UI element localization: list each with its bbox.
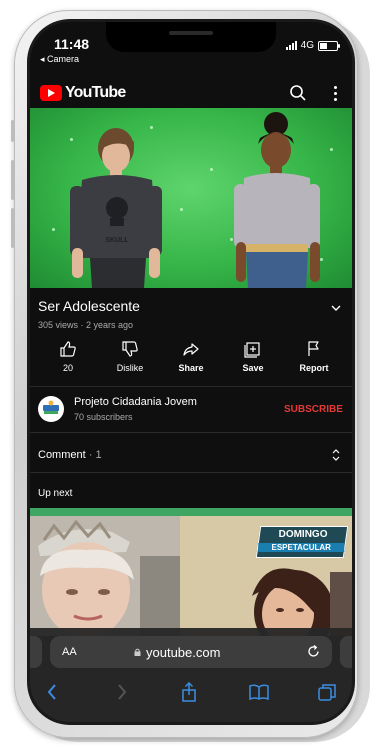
- share-button[interactable]: Share: [163, 340, 219, 373]
- divider: [30, 472, 352, 473]
- save-label: Save: [242, 363, 264, 373]
- share-label: Share: [178, 363, 204, 373]
- dislike-button[interactable]: Dislike: [102, 340, 158, 373]
- save-button[interactable]: Save: [225, 340, 281, 373]
- previous-tab-peek[interactable]: [30, 636, 42, 668]
- channel-name[interactable]: Projeto Cidadania Jovem: [74, 396, 197, 408]
- youtube-logo-icon[interactable]: [40, 85, 62, 101]
- lock-icon: [134, 648, 141, 656]
- next-tab-peek[interactable]: [340, 636, 352, 668]
- video-frame-image: SKULL: [70, 112, 320, 288]
- chevron-down-icon[interactable]: [330, 302, 342, 314]
- dislike-label: Dislike: [116, 363, 144, 373]
- comments-count: · 1: [88, 449, 102, 461]
- badge-line-1: DOMINGO: [278, 529, 328, 540]
- address-bar[interactable]: AA youtube.com: [50, 636, 332, 668]
- status-time: 11:48: [54, 36, 90, 52]
- youtube-wordmark[interactable]: YouTube: [65, 84, 126, 102]
- forward-icon[interactable]: [110, 682, 132, 702]
- video-meta: 305 views · 2 years ago: [38, 320, 134, 330]
- url-text: youtube.com: [146, 645, 221, 660]
- tabs-icon[interactable]: [316, 682, 338, 702]
- share-sheet-icon[interactable]: [178, 682, 200, 702]
- divider: [30, 386, 352, 387]
- shirt-text: SKULL: [105, 237, 129, 244]
- thumbs-up-icon: [60, 341, 76, 357]
- battery-icon: [318, 40, 340, 51]
- video-player[interactable]: SKULL: [30, 108, 352, 288]
- notch: [106, 22, 276, 52]
- text-size-button[interactable]: AA: [62, 646, 77, 658]
- phone-screen: 11:48 ◂ Camera 4G YouTube SKULL Ser Adol…: [30, 22, 352, 722]
- signal-icon: [285, 41, 297, 50]
- subscribe-button[interactable]: SUBSCRIBE: [284, 404, 343, 415]
- video-title[interactable]: Ser Adolescente: [38, 298, 140, 314]
- share-icon: [183, 343, 199, 356]
- safari-toolbar: AA youtube.com: [30, 628, 352, 722]
- youtube-header: YouTube: [30, 78, 352, 108]
- like-count: 20: [62, 363, 73, 373]
- report-label: Report: [299, 363, 329, 373]
- thumbs-down-icon: [122, 341, 138, 357]
- subscriber-count: 70 subscribers: [74, 412, 133, 422]
- volume-down-button: [11, 208, 14, 248]
- sort-toggle-icon[interactable]: [330, 448, 342, 462]
- up-next-thumbnail[interactable]: DOMINGO ESPETACULAR: [30, 516, 352, 636]
- volume-up-button: [11, 160, 14, 200]
- flag-icon: [308, 341, 319, 356]
- back-to-app-link[interactable]: ◂ Camera: [40, 54, 79, 65]
- more-icon[interactable]: [328, 83, 342, 103]
- reload-icon[interactable]: [306, 644, 321, 659]
- channel-avatar[interactable]: [38, 396, 64, 422]
- badge-line-2: ESPETACULAR: [258, 543, 345, 552]
- comments-label: Comment: [38, 449, 86, 461]
- like-button[interactable]: 20: [40, 340, 96, 373]
- network-type: 4G: [300, 40, 314, 51]
- report-button[interactable]: Report: [286, 340, 342, 373]
- search-icon[interactable]: [288, 83, 308, 103]
- thumbnail-accent-bar: [30, 508, 352, 516]
- program-badge: DOMINGO ESPETACULAR: [255, 526, 349, 558]
- bookmarks-icon[interactable]: [248, 682, 270, 702]
- up-next-heading: Up next: [38, 488, 73, 499]
- back-icon[interactable]: [42, 682, 64, 702]
- mute-switch: [11, 120, 14, 142]
- comments-section[interactable]: Comment · 1: [38, 449, 102, 461]
- divider: [30, 432, 352, 433]
- save-icon: [244, 342, 260, 358]
- status-indicators: 4G: [285, 40, 340, 51]
- video-actions: 20 Dislike Share Save Report: [30, 340, 352, 384]
